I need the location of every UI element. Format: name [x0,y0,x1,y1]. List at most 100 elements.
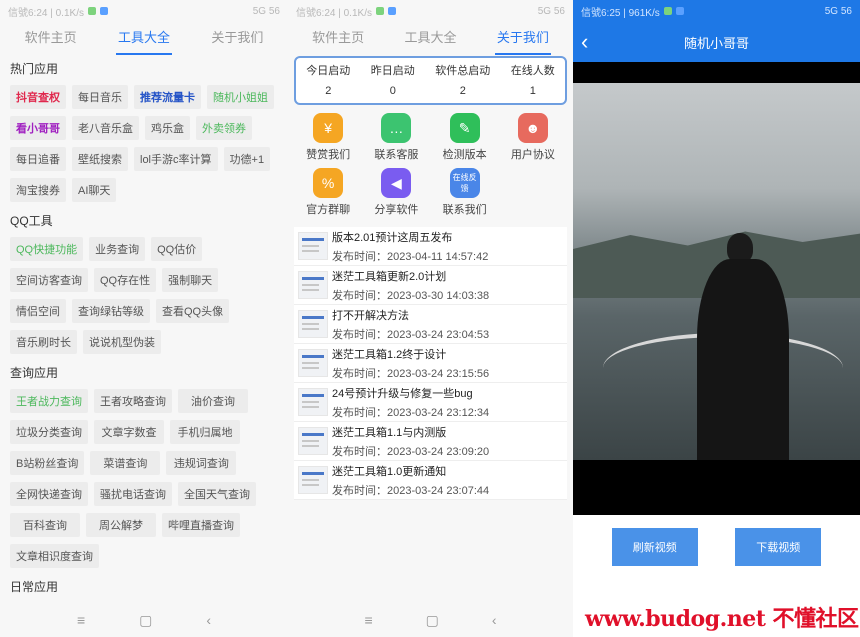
tab-2[interactable]: 关于我们 [205,23,269,50]
tool-chip[interactable]: lol手游c率计算 [134,147,218,171]
tool-chip[interactable]: 每日音乐 [72,85,128,109]
tool-chip[interactable]: 油价查询 [178,389,248,413]
tool-chip[interactable]: 强制聊天 [162,268,219,292]
stat-value: 2 [459,85,466,97]
tool-chip[interactable]: 文章相识度查询 [10,544,99,568]
back-arrow-icon[interactable]: ‹ [581,29,588,55]
grid-item[interactable]: 在线反馈 联系我们 [431,168,499,217]
news-item[interactable]: 迷茫工具箱更新2.0计划 发布时间：2023-03-30 14:03:38 [294,266,567,305]
tool-chip[interactable]: 说说机型伪装 [83,330,161,354]
news-time: 发布时间：2023-03-30 14:03:38 [332,289,490,302]
tool-chip[interactable]: AI聊天 [72,178,117,202]
tool-chip[interactable]: 推荐流量卡 [134,85,201,109]
tool-chip[interactable]: 淘宝搜券 [10,178,66,202]
tool-chip[interactable]: 查询绿钻等级 [72,299,150,323]
back-nav-button[interactable]: ‹ [206,612,211,628]
video-screen: 信號6:25 | 961K/s 5G 56 ‹ 随机小哥哥 刷新视频 下载视频 [573,0,860,637]
tool-chip[interactable]: 每日追番 [10,147,66,171]
tab-1[interactable]: 工具大全 [398,23,462,50]
news-thumbnail [298,349,328,377]
news-time: 发布时间：2023-03-24 23:15:56 [332,367,490,380]
tool-chip[interactable]: 周公解梦 [86,513,156,537]
tool-chip[interactable]: 看小哥哥 [10,116,66,140]
tool-chip[interactable]: 垃圾分类查询 [10,420,88,444]
home-nav-button[interactable]: ▢ [139,612,152,629]
tool-chip[interactable]: QQ存在性 [94,268,157,292]
video-player[interactable] [573,62,860,515]
tool-chip[interactable]: 手机归属地 [170,420,240,444]
tool-chip[interactable]: 功德+1 [223,147,271,171]
tool-chip[interactable]: 抖音查权 [10,85,66,109]
tool-chip[interactable]: 情侣空间 [10,299,66,323]
news-item[interactable]: 打不开解决方法 发布时间：2023-03-24 23:04:53 [294,305,567,344]
back-nav-button[interactable]: ‹ [492,612,497,628]
news-item[interactable]: 24号预计升级与修复一些bug 发布时间：2023-03-24 23:12:34 [294,383,567,422]
tool-chip[interactable]: 外卖领券 [196,116,252,140]
stat-item: 软件总启动 2 [435,62,490,97]
news-item[interactable]: 版本2.01预计这周五发布发布时间：2023-04-11 14:57:42 [294,227,567,266]
stat-label: 软件总启动 [435,65,491,77]
about-content: 今日启动 2 昨日启动 0 软件总启动 2 在线人数 1 ¥ 赞赏我们 … 联系客服 ✎ 检测版本 ☻ 用户… [288,50,573,603]
news-title: 24号预计升级与修复一些bug [332,387,473,400]
tool-chip[interactable]: 全国天气查询 [178,482,256,506]
news-item[interactable]: 迷茫工具箱1.2终于设计 发布时间：2023-03-24 23:15:56 [294,344,567,383]
grid-item[interactable]: ◀ 分享软件 [362,168,430,217]
grid-item[interactable]: ✎ 检测版本 [431,113,499,162]
tool-chip[interactable]: 壁纸搜索 [72,147,128,171]
section-title: 日常应用 [10,580,59,594]
tool-chip[interactable]: QQ估价 [151,237,203,261]
tool-chip[interactable]: 业务查询 [89,237,146,261]
menu-nav-button[interactable]: ≡ [77,612,85,628]
grid-item-label: 用户协议 [510,149,555,161]
news-title: 版本2.01预计这周五发布 [332,231,453,244]
news-thumbnail [298,427,328,455]
news-title: 迷茫工具箱1.1与内测版 [332,426,447,439]
refresh-video-button[interactable]: 刷新视频 [611,528,698,566]
news-thumbnail [298,388,328,416]
app-notification-icon [375,7,384,15]
tab-2[interactable]: 关于我们 [491,23,555,55]
tab-0[interactable]: 软件主页 [19,23,83,50]
grid-item[interactable]: … 联系客服 [362,113,430,162]
grid-item[interactable]: % 官方群聊 [294,168,362,217]
tool-chip[interactable]: 空间访客查询 [10,268,88,292]
grid-item-label: 联系我们 [442,204,487,216]
news-time: 发布时间：2023-03-24 23:04:53 [332,328,490,341]
home-nav-button[interactable]: ▢ [426,612,439,629]
tool-chip[interactable]: 王者战力查询 [10,389,88,413]
news-item[interactable]: 迷茫工具箱1.0更新通知 发布时间：2023-03-24 23:07:44 [294,461,567,500]
tab-1[interactable]: 工具大全 [112,23,176,55]
tool-chip[interactable]: 老八音乐盒 [72,116,139,140]
tool-chip[interactable]: 百科查询 [10,513,80,537]
grid-item[interactable]: ¥ 赞赏我们 [294,113,362,162]
user-icon: ☻ [517,113,548,143]
tool-chip[interactable]: 王者攻略查询 [94,389,172,413]
tools-list: 热门应用 抖音查权 每日音乐 推荐流量卡 随机小姐姐 看小哥哥 老八音乐盒 鸡乐盒 外卖领券 每日… [0,50,288,603]
grid-item-label: 官方群聊 [306,204,351,216]
news-item[interactable]: 迷茫工具箱1.1与内测版 发布时间：2023-03-24 23:09:20 [294,422,567,461]
app-notification-icon [87,7,96,15]
tool-chip[interactable]: 查看QQ头像 [156,299,230,323]
tool-chip[interactable]: 随机小姐姐 [207,85,274,109]
tool-chip-group: QQ快捷功能 业务查询 QQ估价空间访客查询 QQ存在性 强制聊天情侣空间 查询绿钻等级查… [10,237,278,354]
video-actions: 刷新视频 下载视频 [573,528,860,566]
tool-chip[interactable]: QQ快捷功能 [10,237,84,261]
news-thumbnail [298,466,328,494]
tool-chip[interactable]: 哔哩直播查询 [162,513,240,537]
tool-chip[interactable]: 文章字数查 [94,420,164,444]
tool-chip[interactable]: 违规词查询 [166,451,237,475]
status-bar: 信號6:24 | 0.1K/s 5G 56 [288,0,573,22]
tool-chip[interactable]: 骚扰电话查询 [94,482,172,506]
stat-item: 昨日启动 0 [371,62,415,97]
stats-panel: 今日启动 2 昨日启动 0 软件总启动 2 在线人数 1 [294,56,567,105]
grid-item[interactable]: ☻ 用户协议 [499,113,567,162]
tool-chip[interactable]: 音乐刷时长 [10,330,77,354]
tool-chip[interactable]: 菜谱查询 [90,451,161,475]
tool-chip[interactable]: 鸡乐盒 [145,116,190,140]
tab-0[interactable]: 软件主页 [306,23,370,50]
menu-nav-button[interactable]: ≡ [364,612,372,628]
news-time: 发布时间：2023-04-11 14:57:42 [332,250,489,263]
tool-chip[interactable]: B站粉丝查询 [10,451,85,475]
tool-chip[interactable]: 全网快递查询 [10,482,88,506]
download-video-button[interactable]: 下载视频 [735,528,822,566]
